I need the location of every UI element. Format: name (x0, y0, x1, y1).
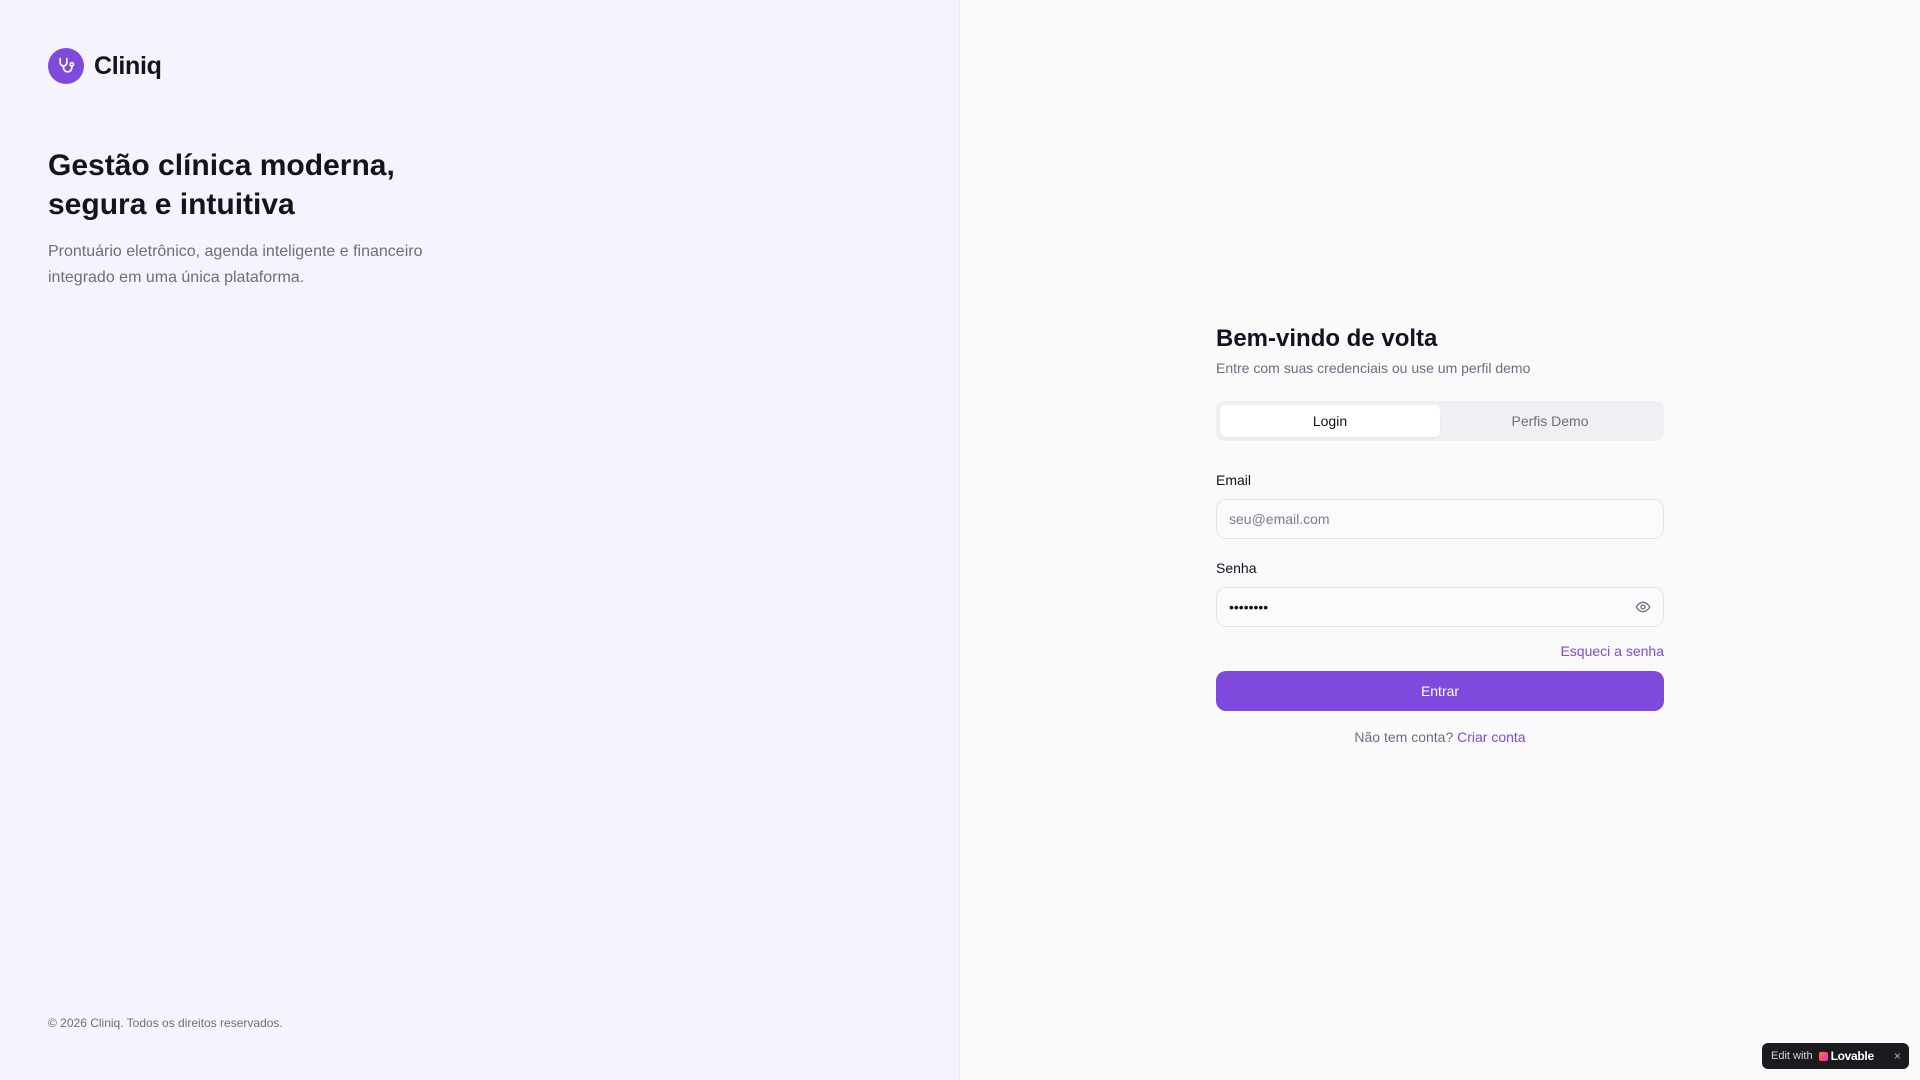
tab-login[interactable]: Login (1220, 405, 1440, 437)
password-field[interactable] (1229, 599, 1635, 615)
badge-prefix: Edit with (1771, 1050, 1813, 1062)
password-field-wrapper (1216, 587, 1664, 627)
copyright-text: © 2026 Cliniq. Todos os direitos reserva… (48, 1016, 283, 1030)
lovable-badge[interactable]: Edit with Lovable × (1762, 1043, 1909, 1069)
brand-name: Cliniq (94, 51, 162, 80)
brand-header: Cliniq (48, 48, 162, 84)
lovable-logo: Lovable (1818, 1049, 1875, 1063)
close-icon[interactable]: × (1894, 1049, 1901, 1063)
login-title: Bem-vindo de volta (1216, 325, 1438, 352)
lovable-heart-icon (1818, 1051, 1828, 1061)
signup-link[interactable]: Criar conta (1457, 729, 1525, 745)
hero-subtitle: Prontuário eletrônico, agenda inteligent… (48, 243, 423, 286)
login-subtitle: Entre com suas credenciais ou use um per… (1216, 360, 1531, 376)
forgot-row: Esqueci a senha (1216, 643, 1664, 663)
email-field-wrapper (1216, 499, 1664, 539)
email-label: Email (1216, 472, 1252, 488)
login-submit-button[interactable]: Entrar (1216, 671, 1664, 711)
email-field[interactable] (1229, 511, 1651, 527)
forgot-password-link[interactable]: Esqueci a senha (1560, 643, 1664, 659)
login-form: Bem-vindo de volta Entre com suas creden… (1216, 322, 1664, 745)
login-tabs: Login Perfis Demo (1216, 401, 1664, 441)
eye-icon[interactable] (1635, 599, 1651, 615)
badge-brand-name: Lovable (1830, 1049, 1875, 1063)
password-label: Senha (1216, 560, 1257, 576)
tab-demo-profiles[interactable]: Perfis Demo (1440, 405, 1660, 437)
stethoscope-icon (48, 48, 84, 84)
brand-panel: Cliniq Gestão clínica moderna, segura e … (0, 0, 960, 1080)
hero-title: Gestão clínica moderna, segura e intuiti… (48, 149, 395, 221)
signup-row: Não tem conta? Criar conta (1216, 729, 1664, 745)
signup-prompt: Não tem conta? (1354, 729, 1454, 745)
